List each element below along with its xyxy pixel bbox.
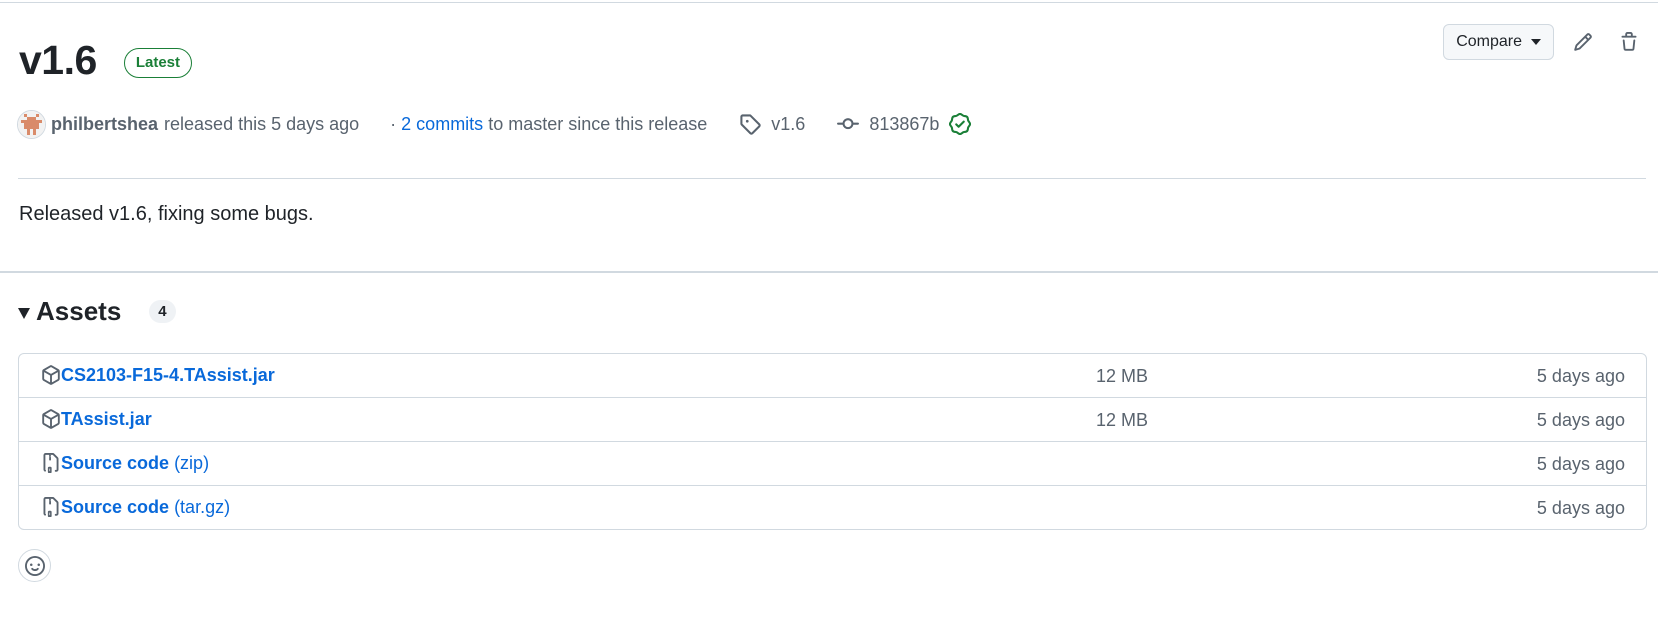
released-text: released this 5 days ago (164, 113, 360, 134)
tag-icon (740, 114, 761, 135)
asset-row: Source code (zip) 5 days ago (19, 441, 1646, 485)
asset-link[interactable]: Source code (zip) (61, 453, 209, 474)
file-zip-icon (43, 453, 59, 473)
commits-link[interactable]: 2 commits (401, 114, 483, 135)
asset-size: 12 MB (1096, 410, 1149, 430)
asset-link[interactable]: Source code (tar.gz) (61, 497, 230, 518)
author-link[interactable]: philbertshea (51, 114, 158, 135)
separator-dot: · (390, 113, 397, 134)
package-icon (42, 365, 60, 385)
commit-sha: 813867b (869, 113, 940, 134)
release-header: v1.6 Latest (19, 30, 192, 90)
edit-button[interactable] (1566, 25, 1600, 59)
assets-list: CS2103-F15-4.TAssist.jar 12 MB 5 days ag… (18, 353, 1647, 530)
assets-toggle[interactable]: Assets 4 (18, 296, 176, 327)
asset-row: TAssist.jar 12 MB 5 days ago (19, 397, 1646, 441)
release-meta: philbertshea released this 5 days ago · … (17, 109, 972, 139)
trash-icon (1621, 32, 1637, 51)
compare-label: Compare (1456, 33, 1522, 50)
release-title[interactable]: v1.6 (19, 30, 97, 90)
tag-link[interactable]: v1.6 (739, 113, 805, 135)
tag-label: v1.6 (771, 113, 806, 134)
latest-badge: Latest (123, 48, 192, 78)
assets-count-badge: 4 (149, 300, 176, 323)
package-icon (42, 409, 60, 429)
asset-row: CS2103-F15-4.TAssist.jar 12 MB 5 days ag… (19, 354, 1646, 397)
avatar[interactable] (17, 109, 46, 139)
release-notes: Released v1.6, fixing some bugs. (19, 203, 314, 225)
triangle-down-icon (18, 308, 30, 319)
commit-link[interactable]: 813867b (837, 113, 939, 135)
asset-link[interactable]: CS2103-F15-4.TAssist.jar (61, 365, 275, 386)
verified-check-icon[interactable] (949, 113, 972, 135)
asset-date: 5 days ago (1536, 498, 1625, 518)
delete-button[interactable] (1612, 25, 1646, 59)
asset-link[interactable]: TAssist.jar (61, 409, 152, 430)
asset-date: 5 days ago (1536, 454, 1625, 474)
file-zip-icon (43, 497, 59, 517)
git-commit-icon (837, 118, 860, 130)
top-border (0, 2, 1658, 3)
divider (18, 178, 1646, 179)
asset-row: Source code (tar.gz) 5 days ago (19, 485, 1646, 529)
assets-title: Assets (36, 296, 122, 326)
chevron-down-icon (1531, 39, 1541, 45)
pencil-icon (1574, 33, 1592, 51)
smiley-icon (24, 555, 45, 576)
asset-size: 12 MB (1096, 366, 1149, 386)
header-actions: Compare (1443, 24, 1646, 60)
compare-button[interactable]: Compare (1443, 24, 1554, 60)
add-reaction-button[interactable] (18, 549, 51, 582)
asset-date: 5 days ago (1536, 366, 1625, 386)
commits-suffix: to master since this release (488, 113, 708, 134)
asset-date: 5 days ago (1536, 410, 1625, 430)
divider (0, 271, 1658, 273)
